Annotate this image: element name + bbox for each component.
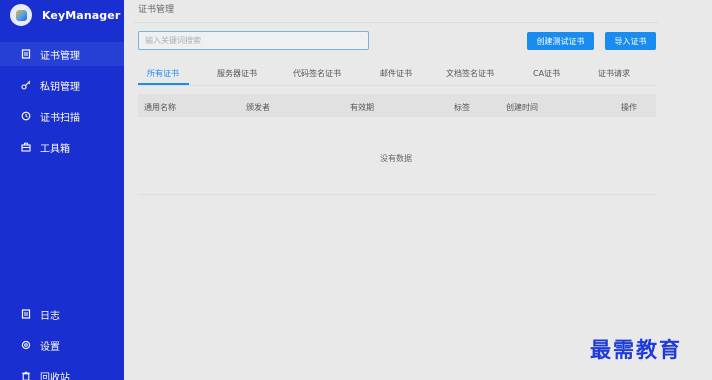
sidebar-item-label: 日志 — [40, 310, 60, 322]
create-test-certificate-button[interactable]: 创建测试证书 — [527, 32, 594, 50]
app-logo-icon — [10, 4, 32, 26]
log-icon — [20, 308, 32, 320]
certificate-icon — [20, 48, 32, 60]
sidebar-item-log[interactable]: 日志 — [0, 302, 124, 326]
tab-certificate-requests[interactable]: 证书请求 — [598, 68, 630, 79]
column-header-common-name[interactable]: 通用名称 — [144, 102, 176, 113]
import-certificate-button[interactable]: 导入证书 — [605, 32, 656, 50]
tab-document-signing-certificates[interactable]: 文档签名证书 — [446, 68, 494, 79]
sidebar: KeyManager 证书管理 私钥管理 证书扫描 工具箱 日志 设置 回收站 — [0, 0, 124, 380]
sidebar-item-label: 私钥管理 — [40, 81, 80, 93]
sidebar-item-label: 回收站 — [40, 372, 70, 380]
column-header-validity[interactable]: 有效期 — [350, 102, 374, 113]
column-header-issuer[interactable]: 颁发者 — [246, 102, 270, 113]
table-header: 通用名称 颁发者 有效期 标签 创建时间 操作 — [138, 94, 656, 117]
gear-icon — [20, 339, 32, 351]
app-title: KeyManager — [42, 8, 121, 22]
title-divider — [134, 22, 658, 23]
toolbox-icon — [20, 141, 32, 153]
tab-all-certificates[interactable]: 所有证书 — [147, 68, 179, 79]
main-content: 证书管理 创建测试证书 导入证书 所有证书 服务器证书 代码签名证书 邮件证书 … — [124, 0, 712, 380]
column-header-tags[interactable]: 标签 — [454, 102, 470, 113]
tab-email-certificates[interactable]: 邮件证书 — [380, 68, 412, 79]
search-input[interactable] — [138, 31, 369, 50]
sidebar-item-toolbox[interactable]: 工具箱 — [0, 135, 124, 159]
watermark: 最需教育 — [590, 337, 682, 362]
scan-icon — [20, 110, 32, 122]
page-title: 证书管理 — [138, 5, 175, 15]
column-header-created-time[interactable]: 创建时间 — [506, 102, 538, 113]
sidebar-item-scan[interactable]: 证书扫描 — [0, 104, 124, 128]
table-bottom-divider — [138, 194, 656, 195]
sidebar-item-trash[interactable]: 回收站 — [0, 364, 124, 380]
sidebar-item-settings[interactable]: 设置 — [0, 333, 124, 357]
tab-code-signing-certificates[interactable]: 代码签名证书 — [293, 68, 341, 79]
tab-ca-certificates[interactable]: CA证书 — [533, 68, 560, 79]
app-logo-mark — [15, 9, 27, 21]
brand: KeyManager — [10, 3, 120, 27]
tab-server-certificates[interactable]: 服务器证书 — [217, 68, 257, 79]
sidebar-item-label: 工具箱 — [40, 143, 70, 155]
sidebar-item-label: 证书管理 — [40, 50, 80, 62]
sidebar-item-label: 证书扫描 — [40, 112, 80, 124]
sidebar-item-private-keys[interactable]: 私钥管理 — [0, 73, 124, 97]
trash-icon — [20, 370, 32, 380]
table-empty-state: 没有数据 — [380, 154, 412, 163]
column-header-actions: 操作 — [621, 103, 637, 112]
sidebar-item-label: 设置 — [40, 341, 60, 353]
key-icon — [20, 79, 32, 91]
tab-divider — [138, 85, 656, 86]
sidebar-item-certificates[interactable]: 证书管理 — [0, 42, 124, 66]
